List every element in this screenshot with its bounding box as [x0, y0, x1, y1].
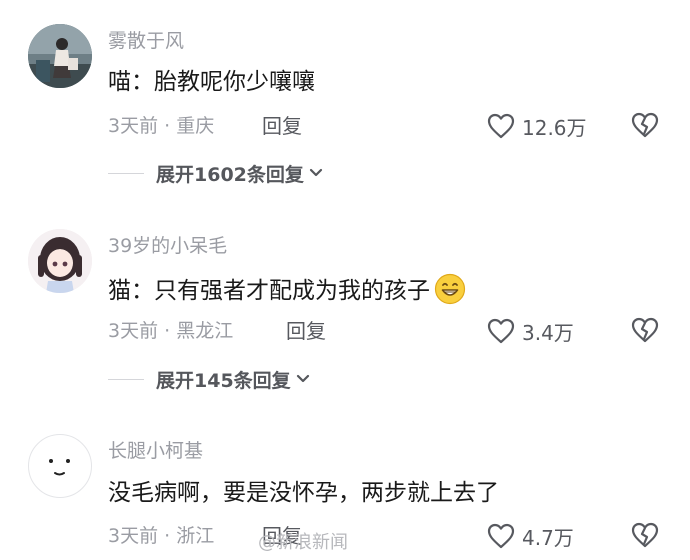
avatar[interactable]	[28, 229, 92, 293]
grin-emoji-icon	[434, 273, 466, 305]
expand-replies-button[interactable]: 展开1602条回复	[108, 161, 323, 186]
broken-heart-icon	[631, 112, 659, 138]
comment-text: 没毛病啊，要是没怀孕，两步就上去了	[108, 480, 499, 506]
like-button[interactable]: 3.4万	[486, 316, 574, 346]
avatar[interactable]	[28, 434, 92, 498]
anime-girl-avatar-icon	[28, 229, 92, 293]
heart-icon	[487, 113, 515, 139]
reply-button[interactable]: 回复	[286, 319, 326, 343]
dislike-button[interactable]	[630, 316, 660, 348]
heart-icon	[487, 318, 515, 344]
comment-time-location: 3天前 · 黑龙江	[108, 320, 234, 342]
comment-text: 喵：胎教呢你少嚷嚷	[108, 69, 315, 95]
broken-heart-icon	[631, 317, 659, 343]
heart-icon	[487, 523, 515, 549]
like-count: 12.6万	[522, 115, 587, 140]
avatar[interactable]	[28, 24, 92, 88]
chevron-down-icon	[296, 374, 309, 383]
like-button[interactable]: 12.6万	[486, 111, 587, 141]
divider	[108, 172, 144, 174]
dislike-button[interactable]	[630, 521, 660, 553]
like-count: 3.4万	[522, 320, 574, 345]
comment-time-location: 3天前 · 重庆	[108, 115, 215, 137]
comment-username[interactable]: 长腿小柯基	[108, 439, 203, 463]
reply-button[interactable]: 回复	[262, 114, 302, 138]
dislike-button[interactable]	[630, 111, 660, 143]
chevron-down-icon	[309, 168, 322, 177]
comment-time-location: 3天前 · 浙江	[108, 525, 215, 547]
comment-username[interactable]: 雾散于风	[108, 29, 184, 53]
like-count: 4.7万	[522, 525, 574, 550]
comment-text: 猫：只有强者才配成为我的孩子	[108, 273, 466, 306]
smiley-face-avatar-icon	[49, 459, 70, 476]
comment-username[interactable]: 39岁的小呆毛	[108, 234, 227, 258]
expand-replies-label: 展开1602条回复	[156, 163, 304, 186]
expand-replies-label: 展开145条回复	[156, 369, 291, 392]
girl-photo-avatar-icon	[28, 24, 92, 88]
divider	[108, 378, 144, 380]
comment-text-body: 猫：只有强者才配成为我的孩子	[108, 278, 430, 304]
broken-heart-icon	[631, 522, 659, 548]
like-button[interactable]: 4.7万	[486, 521, 574, 551]
watermark: @新浪新闻	[258, 532, 348, 553]
expand-replies-button[interactable]: 展开145条回复	[108, 367, 310, 392]
